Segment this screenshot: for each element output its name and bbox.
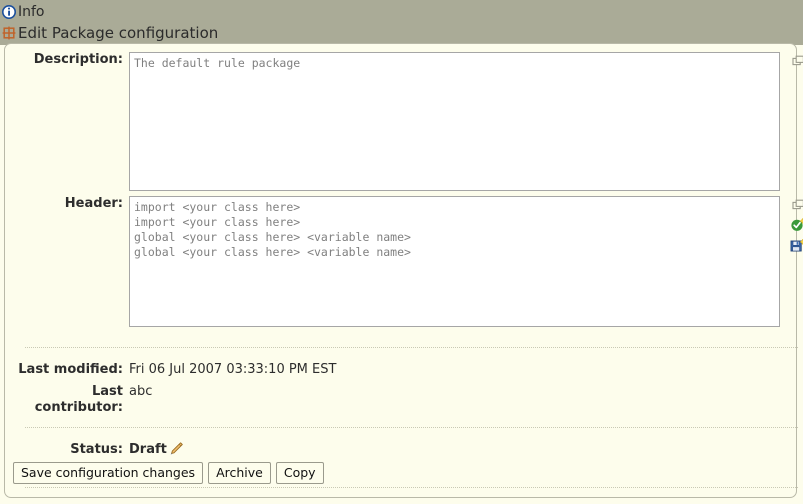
status-value: Draft xyxy=(129,442,167,457)
breadcrumb-info[interactable]: Info xyxy=(2,1,803,22)
description-field-wrap xyxy=(129,52,780,195)
floppy-disk-save-icon[interactable] xyxy=(790,238,803,254)
description-label: Description: xyxy=(5,52,129,68)
expand-grid-icon xyxy=(2,26,16,40)
breadcrumb-band: Info Edit Package configuration xyxy=(0,0,803,45)
breadcrumb-page[interactable]: Edit Package configuration xyxy=(2,22,803,43)
last-modified-label: Last modified: xyxy=(5,362,129,378)
last-contributor-value: abc xyxy=(129,384,152,400)
copy-button[interactable]: Copy xyxy=(276,462,324,484)
breadcrumb-info-label: Info xyxy=(18,4,45,20)
maximize-window-icon[interactable] xyxy=(792,55,803,68)
divider-panel-bottom xyxy=(25,487,798,488)
last-contributor-label-line1: Last xyxy=(92,384,123,399)
archive-button[interactable]: Archive xyxy=(208,462,271,484)
green-check-circle-icon[interactable] xyxy=(790,217,803,233)
save-configuration-changes-button[interactable]: Save configuration changes xyxy=(13,462,203,484)
header-tools xyxy=(788,199,803,254)
pencil-edit-icon[interactable] xyxy=(168,441,184,457)
action-button-bar: Save configuration changes Archive Copy xyxy=(5,462,324,484)
header-textarea[interactable] xyxy=(129,196,780,327)
last-contributor-label: Last contributor: xyxy=(5,384,129,416)
last-modified-row: Last modified: Fri 06 Jul 2007 03:33:10 … xyxy=(5,362,796,378)
breadcrumb-page-label: Edit Package configuration xyxy=(18,24,218,42)
last-contributor-row: Last contributor: abc xyxy=(5,384,796,416)
info-circle-icon xyxy=(2,5,16,19)
divider-above-status xyxy=(25,427,798,428)
divider-above-metadata xyxy=(25,347,798,348)
status-label: Status: xyxy=(5,442,129,457)
description-row: Description: xyxy=(5,52,796,195)
description-tools xyxy=(788,55,803,68)
package-configuration-panel: Description: Header: xyxy=(4,43,797,498)
header-label: Header: xyxy=(5,196,129,212)
header-field-wrap xyxy=(129,196,780,331)
header-row: Header: xyxy=(5,196,796,331)
maximize-window-icon[interactable] xyxy=(792,199,803,212)
last-contributor-label-line2: contributor: xyxy=(35,400,123,415)
description-textarea[interactable] xyxy=(129,52,780,191)
status-row: Status: Draft xyxy=(5,441,796,457)
last-modified-value: Fri 06 Jul 2007 03:33:10 PM EST xyxy=(129,362,336,378)
